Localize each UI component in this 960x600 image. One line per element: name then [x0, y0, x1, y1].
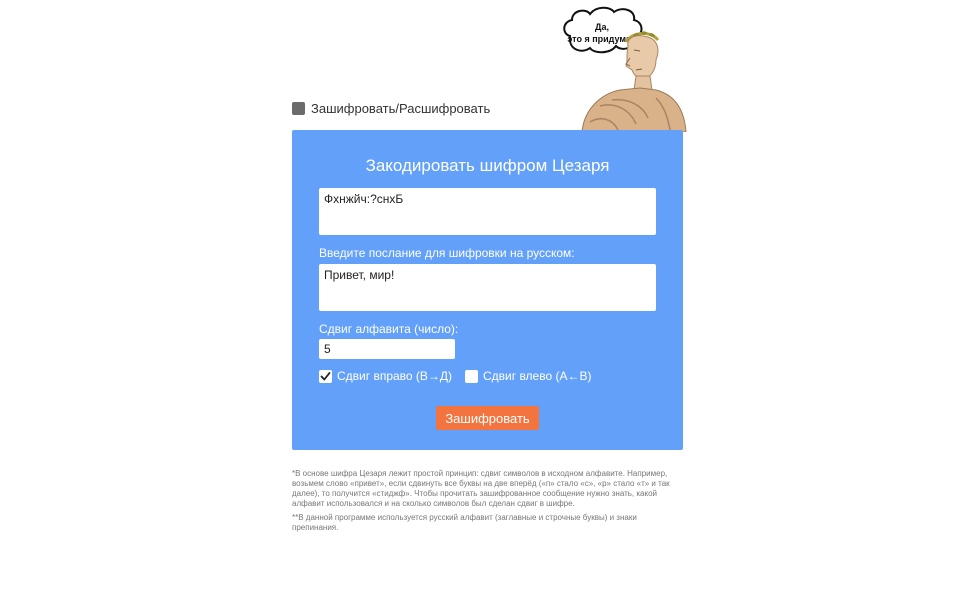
shift-right-option[interactable]: Сдвиг вправо (В→Д)	[319, 369, 452, 383]
shift-left-option[interactable]: Сдвиг влево (А←В)	[465, 369, 591, 383]
shift-label: Сдвиг алфавита (число):	[319, 322, 459, 336]
footnote-alphabet: **В данной программе используется русски…	[292, 513, 637, 532]
cipher-panel: Закодировать шифром Цезаря Фхнжйч:?снхБ …	[292, 130, 683, 450]
shift-left-label: Сдвиг влево (А←В)	[483, 369, 592, 383]
mode-toggle-label: Зашифровать/Расшифровать	[311, 101, 491, 116]
message-input-field[interactable]: Привет, мир!	[319, 264, 656, 311]
footnote-principle: *В основе шифра Цезаря лежит простой при…	[292, 469, 670, 508]
panel-title: Закодировать шифром Цезаря	[365, 156, 610, 175]
message-label: Введите послание для шифровки на русском…	[319, 246, 575, 260]
shift-right-checkbox[interactable]	[319, 369, 332, 383]
shift-input[interactable]	[319, 339, 455, 359]
bubble-line-1: Да,	[595, 22, 609, 32]
page: Да, это я придумал Зашифровать/Расшифров…	[0, 0, 960, 600]
shift-left-checkbox[interactable]	[465, 369, 478, 383]
mode-toggle-checkbox[interactable]	[292, 102, 305, 115]
checkmark-icon	[320, 371, 331, 380]
shift-right-label: Сдвиг вправо (В→Д)	[337, 369, 453, 383]
cipher-output-field[interactable]: Фхнжйч:?снхБ	[319, 188, 656, 235]
encrypt-button[interactable]: Зашифровать	[436, 406, 539, 430]
caesar-bust-illustration: Да, это я придумал	[563, 6, 687, 132]
mode-toggle[interactable]: Зашифровать/Расшифровать	[292, 101, 490, 116]
